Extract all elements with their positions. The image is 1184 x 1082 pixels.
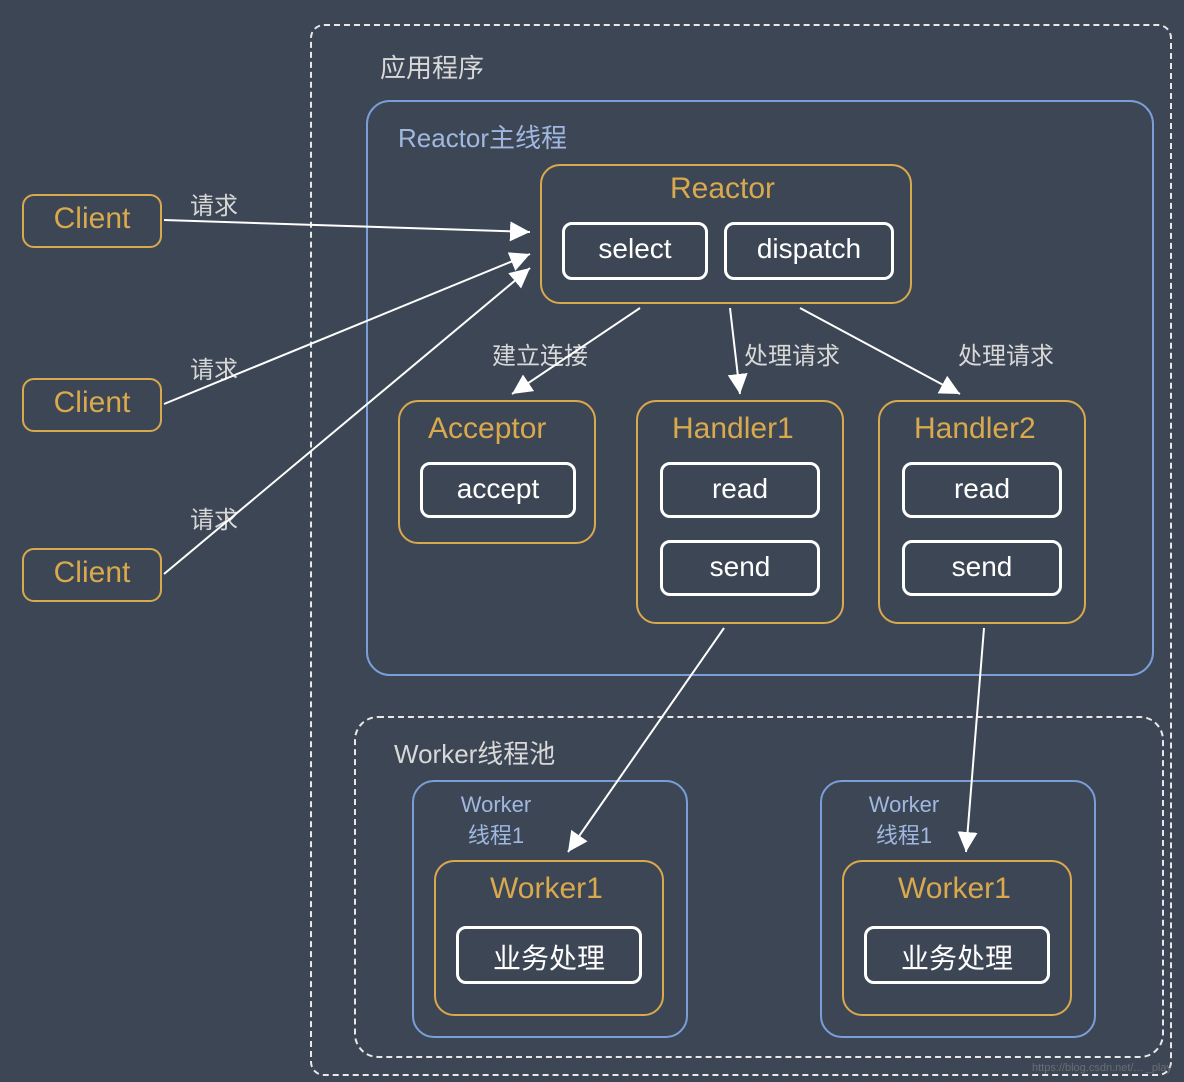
reactor-select: select bbox=[562, 222, 708, 280]
worker-thread1-label: Worker 线程1 bbox=[446, 792, 546, 850]
watermark: https://blog.csdn.net/... _play bbox=[1032, 1062, 1172, 1074]
reactor-dispatch: dispatch bbox=[724, 222, 894, 280]
worker2-biz-label: 业务处理 bbox=[901, 943, 1013, 974]
handler2-read: read bbox=[902, 462, 1062, 518]
handler1-title: Handler1 bbox=[672, 412, 794, 446]
handler1-read: read bbox=[660, 462, 820, 518]
acceptor-accept: accept bbox=[420, 462, 576, 518]
handler2-title: Handler2 bbox=[914, 412, 1036, 446]
reactor-dispatch-label: dispatch bbox=[757, 233, 861, 264]
handler2-send: send bbox=[902, 540, 1062, 596]
client3-box: Client bbox=[22, 548, 162, 602]
client2-label: Client bbox=[54, 386, 131, 419]
client1-label: Client bbox=[54, 202, 131, 235]
worker2-biz: 业务处理 bbox=[864, 926, 1050, 984]
handler1-send: send bbox=[660, 540, 820, 596]
client3-label: Client bbox=[54, 556, 131, 589]
worker1-biz-label: 业务处理 bbox=[493, 943, 605, 974]
handler2-send-label: send bbox=[952, 551, 1013, 582]
application-title: 应用程序 bbox=[380, 48, 484, 85]
edge-client3: 请求 bbox=[190, 500, 238, 535]
reactor-select-label: select bbox=[598, 233, 671, 264]
handler1-send-label: send bbox=[710, 551, 771, 582]
edge-process2: 处理请求 bbox=[958, 336, 1054, 371]
worker2-name: Worker1 bbox=[898, 872, 1011, 906]
reactor-title: Reactor bbox=[670, 172, 775, 206]
client1-box: Client bbox=[22, 194, 162, 248]
acceptor-title: Acceptor bbox=[428, 412, 546, 446]
edge-client1: 请求 bbox=[190, 186, 238, 221]
worker-thread2-label: Worker 线程1 bbox=[854, 792, 954, 850]
worker1-biz: 业务处理 bbox=[456, 926, 642, 984]
worker-pool-title: Worker线程池 bbox=[394, 734, 555, 771]
acceptor-accept-label: accept bbox=[457, 473, 540, 504]
edge-client2: 请求 bbox=[190, 350, 238, 385]
worker1-name: Worker1 bbox=[490, 872, 603, 906]
edge-process1: 处理请求 bbox=[744, 336, 840, 371]
client2-box: Client bbox=[22, 378, 162, 432]
reactor-thread-title: Reactor主线程 bbox=[398, 118, 567, 155]
handler1-read-label: read bbox=[712, 473, 768, 504]
edge-establish: 建立连接 bbox=[492, 336, 588, 371]
handler2-read-label: read bbox=[954, 473, 1010, 504]
